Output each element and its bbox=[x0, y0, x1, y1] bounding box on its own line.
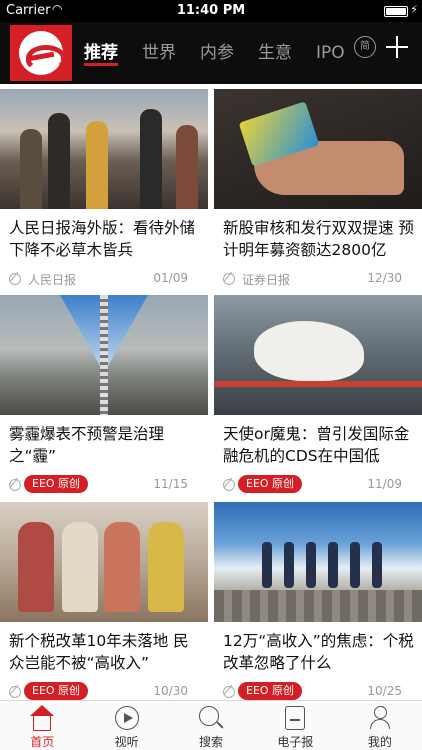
category-tabs: 推荐 世界 内参 生意 IPO bbox=[84, 22, 369, 84]
user-icon bbox=[369, 706, 390, 730]
source-icon bbox=[223, 686, 235, 698]
article-date: 11/09 bbox=[367, 477, 402, 491]
article-title: 新股审核和发行双双提速 预计明年募资额达2800亿 bbox=[223, 219, 414, 259]
article-thumbnail bbox=[0, 89, 208, 209]
tab-label: 视听 bbox=[114, 735, 139, 749]
battery-icon bbox=[384, 6, 408, 17]
article-thumbnail bbox=[0, 295, 208, 415]
article-source: 证券日报 bbox=[242, 273, 291, 287]
tab-label: 搜索 bbox=[199, 735, 224, 749]
add-channel-button[interactable] bbox=[386, 30, 412, 64]
tab-label: 首页 bbox=[30, 735, 55, 749]
article-date: 11/15 bbox=[153, 477, 188, 491]
article-meta: 人民日报 01/09 bbox=[0, 269, 208, 295]
article-title: 12万“高收入”的焦虑：个税改革忽略了什么 bbox=[223, 632, 414, 672]
tab-search[interactable]: 搜索 bbox=[169, 701, 253, 750]
play-icon bbox=[114, 706, 139, 730]
status-bar: Carrier ◠ 11:40 PM ⚡ bbox=[0, 0, 422, 22]
tab-home[interactable]: 首页 bbox=[0, 701, 84, 750]
source-icon bbox=[9, 273, 21, 285]
eeo-original-badge: EEO 原创 bbox=[24, 682, 89, 700]
tab-profile[interactable]: 我的 bbox=[338, 701, 422, 750]
source-icon bbox=[223, 273, 235, 285]
article-feed[interactable]: 人民日报海外版：看待外储下降不必草木皆兵 人民日报 01/09 新股审核和发行双… bbox=[0, 84, 422, 700]
tab-label: 我的 bbox=[367, 735, 392, 749]
tab-label: 电子报 bbox=[277, 735, 314, 749]
source-icon bbox=[9, 686, 21, 698]
article-meta: EEO 原创 11/09 bbox=[214, 475, 422, 501]
tab-ipo[interactable]: IPO bbox=[316, 22, 345, 84]
article-thumbnail bbox=[214, 89, 422, 209]
article-card[interactable]: 天使or魔鬼：曾引发国际金融危机的CDS在中国低 EEO 原创 11/09 bbox=[214, 295, 422, 501]
source-icon bbox=[9, 479, 21, 491]
article-meta: EEO 原创 10/25 bbox=[214, 682, 422, 700]
article-title: 雾霾爆表不预警是治理之“霾” bbox=[9, 425, 165, 465]
article-thumbnail bbox=[214, 502, 422, 622]
article-title: 人民日报海外版：看待外储下降不必草木皆兵 bbox=[9, 219, 196, 259]
eeo-original-badge: EEO 原创 bbox=[24, 475, 89, 493]
article-thumbnail bbox=[0, 502, 208, 622]
article-date: 01/09 bbox=[153, 271, 188, 285]
article-meta: EEO 原创 10/30 bbox=[0, 682, 208, 700]
tab-recommend[interactable]: 推荐 bbox=[84, 22, 118, 84]
tab-world[interactable]: 世界 bbox=[142, 22, 176, 84]
eeo-original-badge: EEO 原创 bbox=[238, 475, 303, 493]
article-date: 10/25 bbox=[367, 684, 402, 698]
tab-epaper[interactable]: 电子报 bbox=[253, 701, 337, 750]
tab-business[interactable]: 生意 bbox=[258, 22, 292, 84]
article-card[interactable]: 雾霾爆表不预警是治理之“霾” EEO 原创 11/15 bbox=[0, 295, 208, 501]
article-date: 10/30 bbox=[153, 684, 188, 698]
tab-media[interactable]: 视听 bbox=[84, 701, 168, 750]
eeo-original-badge: EEO 原创 bbox=[238, 682, 303, 700]
home-icon bbox=[33, 715, 52, 731]
charging-icon: ⚡ bbox=[410, 3, 418, 16]
article-card[interactable]: 新股审核和发行双双提速 预计明年募资额达2800亿 证券日报 12/30 bbox=[214, 89, 422, 295]
bottom-tab-bar: 首页 视听 搜索 电子报 我的 bbox=[0, 700, 422, 750]
article-card[interactable]: 新个税改革10年未落地 民众岂能不被“高收入” EEO 原创 10/30 bbox=[0, 502, 208, 700]
article-meta: 证券日报 12/30 bbox=[214, 269, 422, 295]
article-title: 新个税改革10年未落地 民众岂能不被“高收入” bbox=[9, 632, 189, 672]
article-meta: EEO 原创 11/15 bbox=[0, 475, 208, 501]
top-nav: 推荐 世界 内参 生意 IPO 简 bbox=[0, 22, 422, 84]
search-icon bbox=[199, 706, 220, 726]
article-card[interactable]: 人民日报海外版：看待外储下降不必草木皆兵 人民日报 01/09 bbox=[0, 89, 208, 295]
status-time: 11:40 PM bbox=[176, 3, 246, 18]
app-logo[interactable] bbox=[10, 25, 72, 81]
article-thumbnail bbox=[214, 295, 422, 415]
article-source: 人民日报 bbox=[28, 273, 77, 287]
tab-insider[interactable]: 内参 bbox=[200, 22, 234, 84]
source-icon bbox=[223, 479, 235, 491]
article-date: 12/30 bbox=[367, 271, 402, 285]
article-card[interactable]: 12万“高收入”的焦虑：个税改革忽略了什么 EEO 原创 10/25 bbox=[214, 502, 422, 700]
article-title: 天使or魔鬼：曾引发国际金融危机的CDS在中国低 bbox=[223, 425, 410, 465]
tab-simplified[interactable]: 简 bbox=[354, 36, 376, 58]
newspaper-icon bbox=[285, 706, 306, 730]
